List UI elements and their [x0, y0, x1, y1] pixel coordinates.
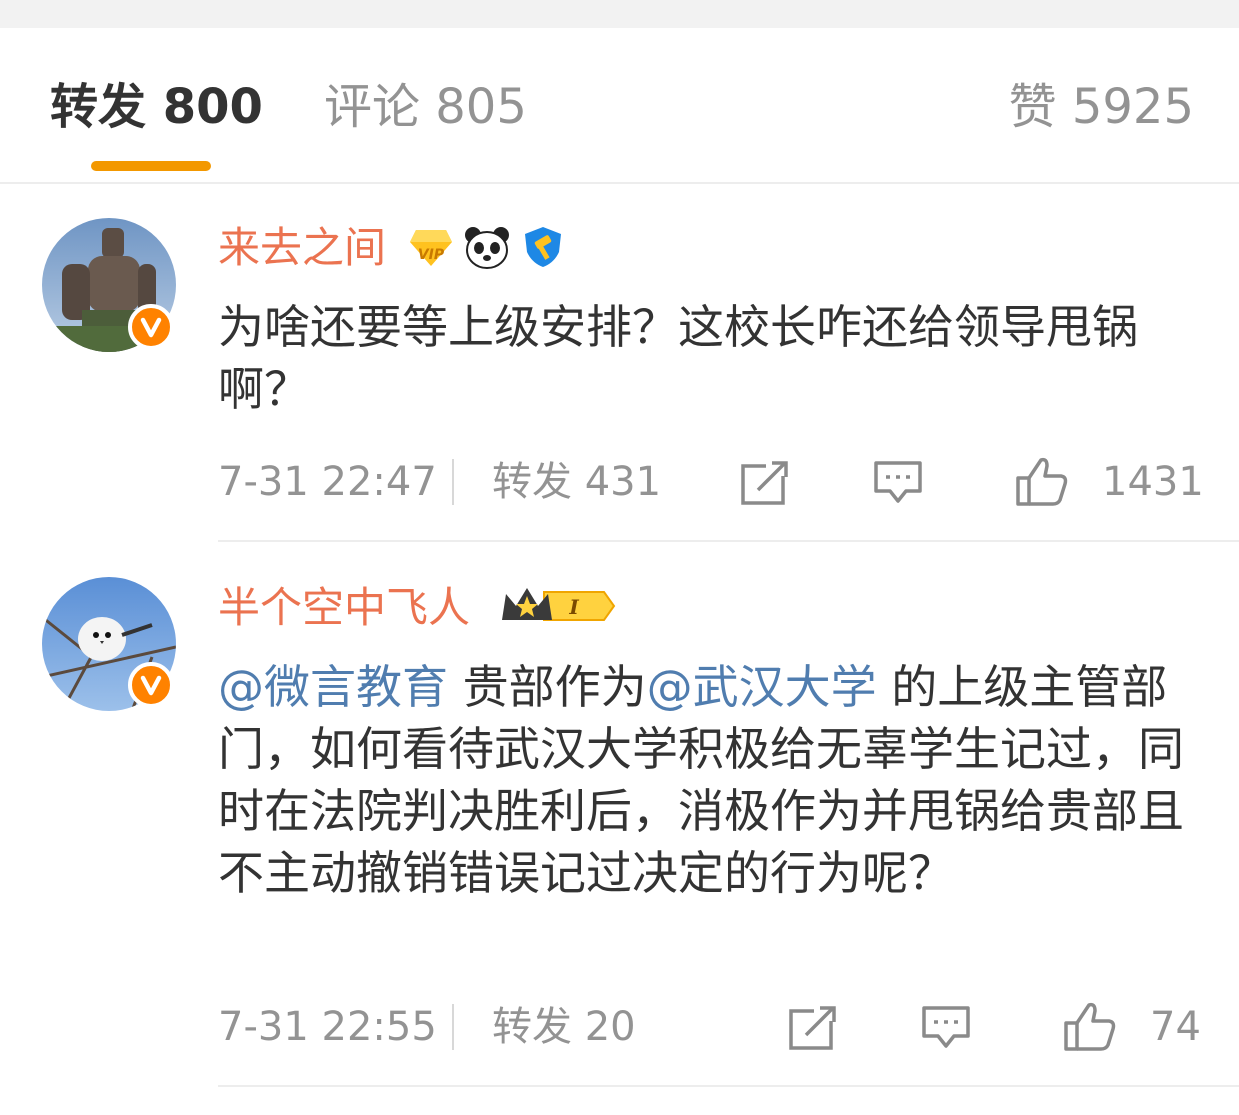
level-text: I [568, 595, 579, 619]
comment-text-part: 贵部作为 [448, 660, 647, 714]
like-count[interactable]: 74 [1150, 1003, 1201, 1051]
like-icon[interactable] [1063, 999, 1117, 1057]
crown-level-icon: I [500, 584, 618, 632]
tab-repost[interactable]: 转发 800 [50, 78, 263, 136]
like-icon[interactable] [1015, 454, 1069, 512]
username[interactable]: 来去之间 [218, 222, 386, 274]
repost-count[interactable]: 转发 20 [492, 1003, 636, 1051]
top-strip [0, 0, 1239, 28]
divider [452, 459, 454, 505]
share-icon[interactable] [788, 1005, 838, 1055]
timestamp: 7-31 22:55 [218, 1004, 437, 1050]
comment-text: @微言教育 贵部作为@武汉大学 的上级主管部门，如何看待武汉大学积极给无辜学生记… [218, 656, 1208, 904]
comment-icon[interactable] [873, 460, 923, 510]
comment-icon[interactable] [921, 1005, 971, 1055]
like-count[interactable]: 1431 [1102, 458, 1204, 506]
repost-count[interactable]: 转发 431 [492, 458, 661, 506]
share-icon[interactable] [740, 460, 790, 510]
tab-comment[interactable]: 评论 805 [324, 78, 527, 136]
gavel-shield-icon [520, 224, 566, 274]
active-tab-indicator [91, 161, 211, 171]
row-divider [218, 540, 1239, 542]
vip-diamond-icon: VIP [408, 226, 454, 274]
svg-text:VIP: VIP [418, 247, 445, 263]
timestamp: 7-31 22:47 [218, 459, 437, 505]
row-divider [218, 1085, 1239, 1087]
tab-bar: 转发 800 评论 805 赞 5925 [0, 28, 1239, 184]
mention-link[interactable]: @微言教育 [218, 660, 448, 714]
verified-badge-icon [128, 304, 174, 350]
verified-badge-icon [128, 662, 174, 708]
panda-icon [464, 226, 510, 274]
username[interactable]: 半个空中飞人 [218, 582, 470, 634]
tab-like[interactable]: 赞 5925 [1009, 78, 1194, 136]
divider [452, 1004, 454, 1050]
comment-text: 为啥还要等上级安排？这校长咋还给领导甩锅啊？ [218, 300, 1138, 416]
mention-link[interactable]: @武汉大学 [647, 660, 877, 714]
